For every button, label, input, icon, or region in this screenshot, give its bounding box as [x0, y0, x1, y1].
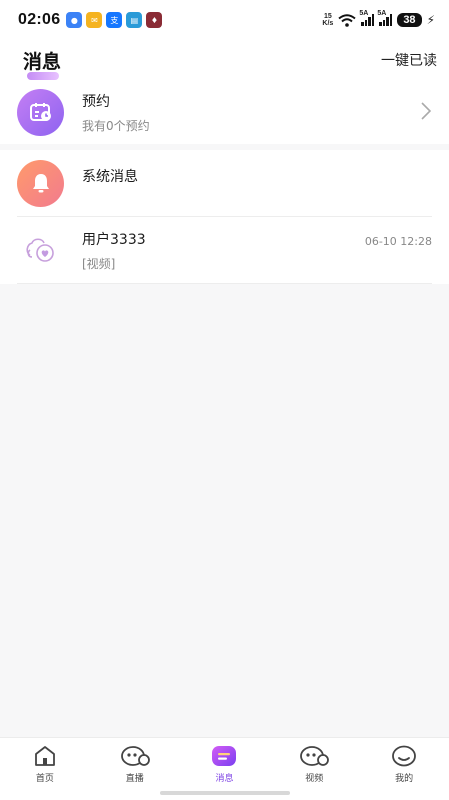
charging-icon: ⚡ [426, 13, 435, 27]
mail-app-icon: ✉ [86, 12, 103, 28]
signal-1-icon: 5A [359, 10, 375, 26]
message-list: 预约 我有0个预约 系统消息 用户3333 [视频] 06-10 12:28 [0, 80, 449, 284]
list-item-conversation[interactable]: 用户3333 [视频] 06-10 12:28 [0, 217, 449, 283]
status-time: 02:06 [18, 11, 61, 28]
chevron-right-icon [421, 102, 431, 120]
page-title: 消息 [23, 50, 62, 73]
nav-item-home[interactable]: 首页 [0, 738, 90, 800]
conversation-timestamp: 06-10 12:28 [364, 235, 432, 248]
nav-label-messages: 消息 [215, 774, 234, 784]
home-indicator[interactable] [160, 791, 290, 795]
calendar-clock-icon [17, 88, 64, 136]
mark-all-read-button[interactable]: 一键已读 [381, 50, 437, 70]
news-app-icon: ▤ [126, 12, 143, 28]
nav-label-home: 首页 [35, 774, 54, 784]
appointment-title: 预约 [82, 93, 110, 110]
alipay-app-icon: 支 [106, 12, 123, 28]
status-bar: 02:06 ● ✉ 支 ▤ ♦ 15 K/s 5A 5A 38 ⚡ [0, 0, 449, 40]
game-app-icon: ♦ [146, 12, 163, 28]
message-icon [212, 746, 237, 766]
list-item-system-messages[interactable]: 系统消息 [0, 150, 449, 216]
nav-item-profile[interactable]: 我的 [359, 738, 449, 800]
net-speed: 15 K/s [322, 13, 333, 27]
system-messages-title: 系统消息 [82, 169, 138, 185]
signal-2-label: 5A [377, 10, 387, 17]
signal-1-label: 5A [359, 10, 369, 17]
page-header: 消息 一键已读 [0, 40, 449, 80]
row-divider [17, 283, 432, 284]
heart-chat-icon [17, 226, 64, 274]
profile-icon [392, 745, 416, 767]
home-icon [34, 746, 55, 766]
nav-label-live: 直播 [125, 774, 144, 784]
nav-label-profile: 我的 [395, 774, 414, 784]
net-speed-value: 15 [323, 13, 332, 20]
message-app-icon: ● [66, 12, 83, 28]
conversation-name: 用户3333 [82, 231, 146, 248]
net-speed-unit: K/s [322, 20, 334, 27]
battery-icon: 38 [397, 13, 422, 27]
conversation-preview: [视频] [82, 256, 116, 271]
notification-icons: ● ✉ 支 ▤ ♦ [66, 12, 163, 28]
signal-2-icon: 5A [377, 10, 393, 26]
nav-label-video: 视频 [305, 774, 324, 784]
list-item-appointment[interactable]: 预约 我有0个预约 [0, 80, 449, 144]
bell-icon [17, 159, 64, 207]
video-icon [300, 746, 330, 766]
appointment-subtitle: 我有0个预约 [82, 118, 150, 133]
wifi-icon [338, 13, 356, 27]
live-icon [120, 746, 150, 766]
